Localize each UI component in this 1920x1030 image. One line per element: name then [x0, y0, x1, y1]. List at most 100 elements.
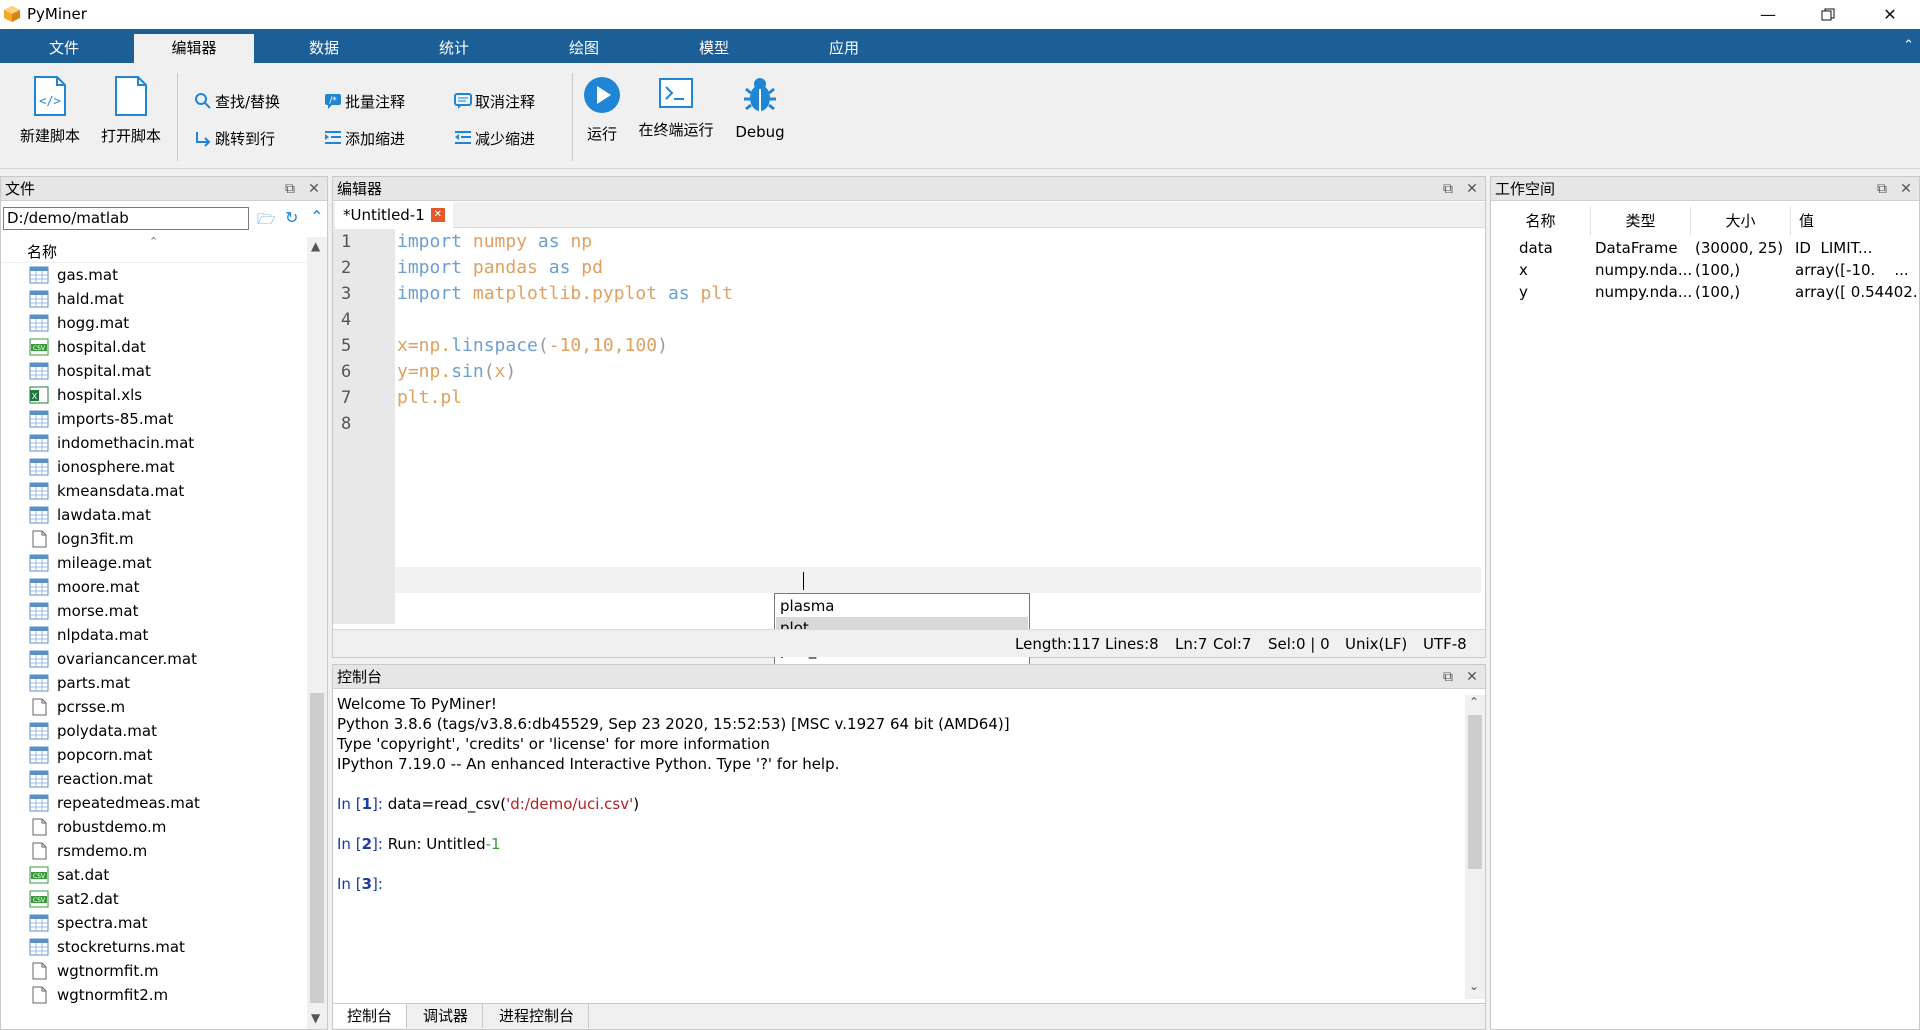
parent-folder-icon[interactable]: ⌃	[310, 207, 323, 226]
file-item[interactable]: logn3fit.m	[29, 527, 134, 551]
open-script-label: 打开脚本	[100, 127, 161, 145]
name-column-header[interactable]: 名称	[27, 241, 57, 262]
code-token: plt	[700, 283, 733, 304]
find-replace-button[interactable]: 查找/替换	[194, 89, 280, 113]
column-name[interactable]: 名称	[1491, 207, 1591, 235]
goto-line-button[interactable]: 跳转到行	[194, 126, 275, 150]
close-panel-icon[interactable]: ✕	[303, 177, 325, 201]
scroll-down-icon[interactable]: ⌄	[1469, 979, 1479, 993]
file-item[interactable]: rsmdemo.m	[29, 839, 147, 863]
file-item[interactable]: CSV sat2.dat	[29, 887, 119, 911]
tab-model[interactable]: 模型	[654, 34, 774, 63]
add-indent-button[interactable]: 添加缩进	[324, 126, 405, 150]
file-item[interactable]: spectra.mat	[29, 911, 148, 935]
m-file-icon	[29, 962, 49, 980]
column-value[interactable]: 值	[1791, 207, 1919, 235]
tab-console[interactable]: 控制台	[333, 1004, 408, 1028]
tab-untitled-1[interactable]: *Untitled-1 ✕	[335, 202, 453, 228]
tab-plot[interactable]: 绘图	[524, 34, 644, 63]
file-item[interactable]: repeatedmeas.mat	[29, 791, 200, 815]
column-size[interactable]: 大小	[1691, 207, 1791, 235]
autocomplete-item[interactable]: plasma	[776, 595, 1028, 617]
file-item[interactable]: moore.mat	[29, 575, 140, 599]
file-item[interactable]: popcorn.mat	[29, 743, 153, 767]
scroll-up-icon[interactable]: ▲	[311, 239, 320, 253]
refresh-icon[interactable]: ↻	[285, 208, 298, 227]
files-header-row[interactable]: 名称 ⌃	[1, 235, 307, 263]
open-script-button[interactable]: 打开脚本	[93, 75, 169, 163]
workspace-row[interactable]: y numpy.nda... (100,) array([ 0.54402...	[1491, 281, 1919, 303]
scroll-thumb[interactable]	[310, 693, 324, 1003]
input-code: data=read_csv(	[387, 795, 507, 813]
uncomment-button[interactable]: 取消注释	[454, 89, 535, 113]
file-item[interactable]: hogg.mat	[29, 311, 129, 335]
restore-button[interactable]	[1804, 0, 1852, 29]
file-item[interactable]: hospital.mat	[29, 359, 151, 383]
browse-folder-icon[interactable]: 🗁	[257, 209, 276, 234]
float-panel-icon[interactable]: ⧉	[1871, 177, 1893, 201]
close-panel-icon[interactable]: ✕	[1895, 177, 1917, 201]
file-item[interactable]: nlpdata.mat	[29, 623, 148, 647]
console-scrollbar[interactable]: ⌃ ⌄	[1465, 695, 1485, 999]
file-item[interactable]: imports-85.mat	[29, 407, 173, 431]
file-item[interactable]: kmeansdata.mat	[29, 479, 184, 503]
mat-file-icon	[29, 410, 49, 428]
run-in-terminal-button[interactable]: 在终端运行	[638, 75, 714, 163]
mat-file-icon	[29, 266, 49, 284]
tab-stats[interactable]: 统计	[394, 34, 514, 63]
file-item[interactable]: gas.mat	[29, 263, 118, 287]
column-type[interactable]: 类型	[1591, 207, 1691, 235]
workspace-row[interactable]: data DataFrame (30000, 25) ID LIMIT...	[1491, 237, 1919, 259]
tab-file[interactable]: 文件	[4, 34, 124, 63]
console-output[interactable]: Welcome To PyMiner! Python 3.8.6 (tags/v…	[333, 695, 1461, 995]
close-panel-icon[interactable]: ✕	[1461, 665, 1483, 689]
float-panel-icon[interactable]: ⧉	[1437, 177, 1459, 201]
tab-apps[interactable]: 应用	[784, 34, 904, 63]
file-item[interactable]: pcrsse.m	[29, 695, 125, 719]
debug-button[interactable]: Debug	[722, 75, 798, 163]
file-item[interactable]: stockreturns.mat	[29, 935, 185, 959]
file-item[interactable]: reaction.mat	[29, 767, 153, 791]
close-panel-icon[interactable]: ✕	[1461, 177, 1483, 201]
file-item[interactable]: indomethacin.mat	[29, 431, 194, 455]
reduce-indent-button[interactable]: 减少缩进	[454, 126, 535, 150]
new-script-button[interactable]: </> 新建脚本	[12, 75, 88, 163]
file-item[interactable]: wgtnormfit2.m	[29, 983, 168, 1007]
scroll-up-icon[interactable]: ⌃	[1469, 695, 1479, 709]
file-item[interactable]: polydata.mat	[29, 719, 157, 743]
workspace-panel: 工作空间 ⧉ ✕ 名称 类型 大小 值 data DataFrame (30000,…	[1490, 176, 1920, 1030]
close-tab-icon[interactable]: ✕	[430, 208, 445, 222]
file-item[interactable]: Xhospital.xls	[29, 383, 142, 407]
collapse-ribbon-icon[interactable]: ⌃	[1903, 38, 1914, 53]
files-scrollbar[interactable]: ▲ ▼	[307, 237, 327, 1029]
run-button[interactable]: 运行	[564, 75, 640, 163]
float-panel-icon[interactable]: ⧉	[1437, 665, 1459, 689]
file-item[interactable]: morse.mat	[29, 599, 138, 623]
file-item[interactable]: hald.mat	[29, 287, 124, 311]
file-name: kmeansdata.mat	[57, 482, 185, 500]
scroll-thumb[interactable]	[1468, 715, 1482, 869]
tab-process-console[interactable]: 进程控制台	[485, 1004, 590, 1028]
file-item[interactable]: ovariancancer.mat	[29, 647, 197, 671]
tab-debugger[interactable]: 调试器	[409, 1004, 484, 1028]
file-item[interactable]: parts.mat	[29, 671, 130, 695]
workspace-row[interactable]: x numpy.nda... (100,) array([-10. ...	[1491, 259, 1919, 281]
batch-comment-button[interactable]: /* 批量注释	[324, 89, 405, 113]
file-item[interactable]: mileage.mat	[29, 551, 152, 575]
close-button[interactable]: ✕	[1866, 0, 1914, 29]
file-item[interactable]: robustdemo.m	[29, 815, 166, 839]
scroll-down-icon[interactable]: ▼	[311, 1011, 320, 1025]
path-input[interactable]: D:/demo/matlab	[3, 207, 249, 230]
title-bar: PyMiner — ✕	[0, 0, 1920, 29]
float-panel-icon[interactable]: ⧉	[279, 177, 301, 201]
file-item[interactable]: ionosphere.mat	[29, 455, 175, 479]
mat-file-icon	[29, 914, 49, 932]
minimize-button[interactable]: —	[1744, 0, 1792, 29]
tab-editor[interactable]: 编辑器	[134, 34, 254, 63]
file-item[interactable]: wgtnormfit.m	[29, 959, 159, 983]
file-item[interactable]: CSV hospital.dat	[29, 335, 146, 359]
file-item[interactable]: lawdata.mat	[29, 503, 151, 527]
tab-data[interactable]: 数据	[264, 34, 384, 63]
file-item[interactable]: CSV sat.dat	[29, 863, 109, 887]
